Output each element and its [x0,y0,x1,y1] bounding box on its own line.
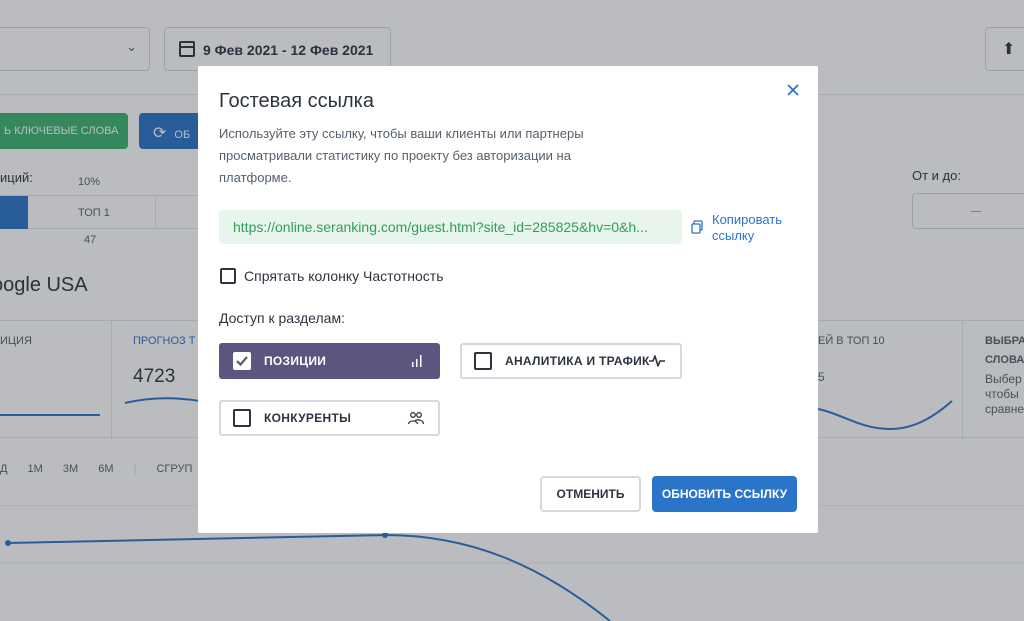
access-sections-label: Доступ к разделам: [219,310,345,326]
copy-link-label: Копировать ссылку [712,212,782,243]
pulse-icon [649,355,665,367]
section-analytics-checkbox[interactable] [474,352,492,370]
update-link-button[interactable]: ОБНОВИТЬ ССЫЛКУ [652,476,797,512]
hide-frequency-checkbox[interactable] [220,268,236,284]
section-competitors-label: КОНКУРЕНТЫ [264,411,352,425]
cancel-button[interactable]: ОТМЕНИТЬ [540,476,641,512]
hide-frequency-label: Спрятать колонку Частотность [244,268,444,284]
section-competitors-checkbox[interactable] [233,409,251,427]
dialog-description: Используйте эту ссылку, чтобы ваши клиен… [219,126,584,185]
copy-icon [691,220,703,234]
dialog-title: Гостевая ссылка [219,90,374,112]
section-competitors-button[interactable]: КОНКУРЕНТЫ [219,400,440,436]
section-positions-checkbox[interactable] [233,352,251,370]
guest-link-field[interactable]: https://online.seranking.com/guest.html?… [219,210,682,244]
guest-link-dialog: Гостевая ссылка Используйте эту ссылку, … [198,66,818,533]
users-icon [407,412,425,425]
section-analytics-label: АНАЛИТИКА И ТРАФИК [505,354,650,368]
section-positions-button[interactable]: ПОЗИЦИИ [219,343,440,379]
bar-chart-icon [412,355,422,367]
close-icon[interactable] [784,81,802,99]
section-positions-label: ПОЗИЦИИ [264,354,327,368]
section-analytics-button[interactable]: АНАЛИТИКА И ТРАФИК [460,343,682,379]
